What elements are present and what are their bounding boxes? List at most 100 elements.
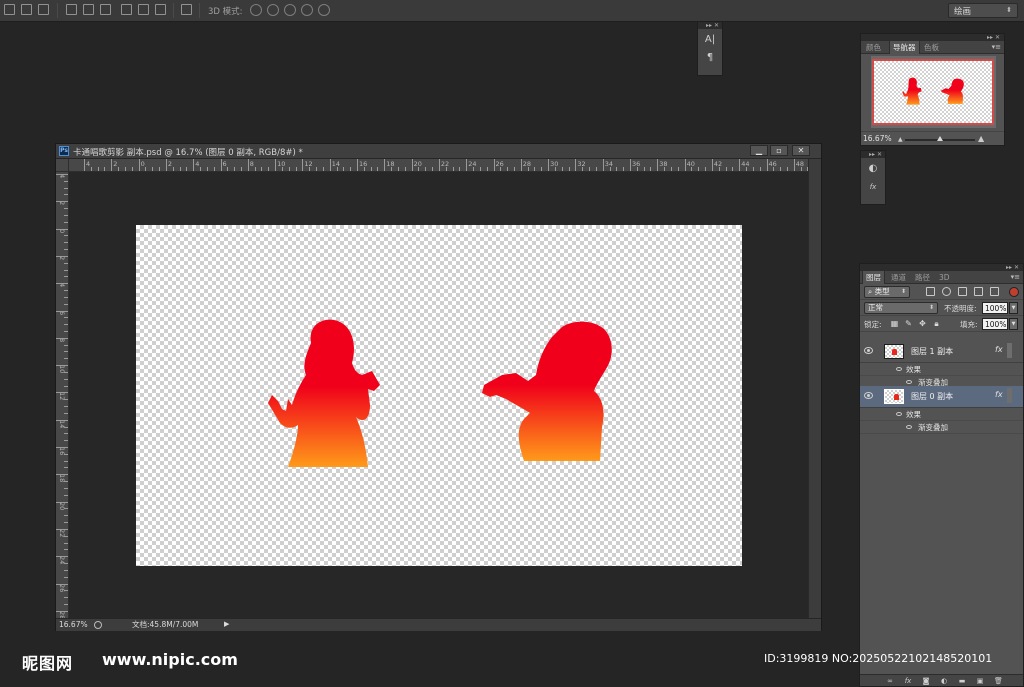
ruler-minor-tick — [746, 167, 748, 171]
layer-name[interactable]: 图层 1 副本 — [911, 346, 953, 357]
effects-eye-icon[interactable] — [896, 367, 902, 371]
zoom-out-icon[interactable]: ▲ — [898, 136, 903, 143]
tab-3d[interactable]: 3D — [936, 271, 953, 284]
character-panel-icon[interactable]: A| — [703, 33, 717, 47]
3d-slide-icon[interactable] — [301, 4, 313, 16]
panel-menu-icon[interactable]: ▾≡ — [992, 41, 1001, 54]
expand-effects-icon[interactable] — [1007, 388, 1012, 403]
navigator-view-box[interactable] — [872, 59, 994, 125]
new-group-icon[interactable]: ▬ — [958, 677, 966, 685]
filter-type-icon[interactable] — [958, 287, 967, 296]
distribute-top-icon[interactable] — [66, 4, 77, 15]
filter-kind-select[interactable]: ⌕ 类型 ⬍ — [864, 286, 910, 298]
panel-collapse-bar[interactable]: ▸▸ ✕ — [698, 22, 722, 29]
lock-image-icon[interactable]: ✎ — [904, 319, 913, 328]
close-button[interactable]: ✕ — [792, 145, 810, 156]
link-layers-icon[interactable]: ∞ — [886, 677, 894, 685]
layer-name[interactable]: 图层 0 副本 — [911, 391, 953, 402]
ruler-minor-tick — [554, 167, 556, 171]
effect-eye-icon[interactable] — [906, 380, 912, 384]
opacity-dropdown-icon[interactable]: ▼ — [1009, 302, 1018, 314]
maximize-button[interactable]: ▫ — [770, 145, 788, 156]
blend-mode-select[interactable]: 正常 ⬍ — [864, 302, 938, 314]
fx-icon[interactable]: fx — [995, 390, 1003, 399]
workspace-select[interactable]: 绘画 ⬍ — [948, 3, 1018, 18]
adjustments-panel-icon[interactable]: ◐ — [866, 162, 880, 176]
3d-roll-icon[interactable] — [267, 4, 279, 16]
ruler-minor-tick — [664, 167, 666, 171]
document-title: 卡通唱歌剪影 副本.psd @ 16.7% (图层 0 副本, RGB/8#) … — [73, 148, 303, 158]
tab-color[interactable]: 颜色 — [863, 41, 884, 54]
paragraph-panel-icon[interactable]: ¶ — [703, 51, 717, 65]
distribute-center-icon[interactable] — [83, 4, 94, 15]
status-info-icon[interactable] — [94, 621, 102, 629]
distribute-left-icon[interactable] — [121, 4, 132, 15]
effect-item-row[interactable]: 渐变叠加 — [860, 421, 1023, 434]
new-layer-icon[interactable]: ▣ — [976, 677, 984, 685]
document-title-bar[interactable]: Ps 卡通唱歌剪影 副本.psd @ 16.7% (图层 0 副本, RGB/8… — [56, 144, 821, 159]
panel-collapse-bar[interactable]: ▸▸ ✕ — [861, 151, 885, 158]
effects-row[interactable]: 效果 — [860, 408, 1023, 421]
minimize-button[interactable]: ▁ — [750, 145, 768, 156]
auto-align-icon[interactable] — [181, 4, 192, 15]
fill-field[interactable]: 100% — [982, 318, 1008, 330]
panel-collapse-bar[interactable]: ▸▸ ✕ — [861, 34, 1004, 41]
add-mask-icon[interactable]: ◙ — [922, 677, 930, 685]
layer-row-selected[interactable]: 图层 0 副本 fx — [860, 386, 1023, 408]
opacity-field[interactable]: 100% — [982, 302, 1008, 314]
panel-menu-icon[interactable]: ▾≡ — [1011, 271, 1020, 284]
3d-scale-icon[interactable] — [318, 4, 330, 16]
3d-pan-icon[interactable] — [284, 4, 296, 16]
filter-pixel-icon[interactable] — [926, 287, 935, 296]
zoom-slider[interactable] — [905, 136, 975, 141]
tab-swatches[interactable]: 色板 — [921, 41, 942, 54]
navigator-zoom-field[interactable]: 16.67% — [863, 134, 892, 143]
filter-shape-icon[interactable] — [974, 287, 983, 296]
tab-navigator[interactable]: 导航器 — [889, 41, 920, 54]
navigator-thumbnail[interactable] — [871, 56, 996, 128]
effects-eye-icon[interactable] — [896, 412, 902, 416]
lock-all-icon[interactable]: 🔒︎ — [932, 319, 941, 328]
tab-channels[interactable]: 通道 — [888, 271, 909, 284]
filter-toggle[interactable] — [1009, 287, 1019, 297]
tab-paths[interactable]: 路径 — [912, 271, 933, 284]
status-menu-arrow-icon[interactable]: ▶ — [224, 620, 229, 628]
new-adjustment-icon[interactable]: ◐ — [940, 677, 948, 685]
add-style-icon[interactable]: fx — [904, 677, 912, 685]
visibility-eye-icon[interactable] — [864, 392, 873, 399]
canvas-area[interactable] — [69, 172, 808, 618]
tab-layers[interactable]: 图层 — [862, 271, 885, 284]
vertical-ruler[interactable]: 4 2 0 2 4 6 8 10 12 14 16 18 20 22 24 26 28 — [56, 172, 69, 618]
ruler-major-tick — [329, 159, 331, 171]
align-vertical-center-icon[interactable] — [21, 4, 32, 15]
align-bottom-icon[interactable] — [38, 4, 49, 15]
vertical-scrollbar[interactable] — [808, 159, 821, 618]
panel-collapse-bar[interactable]: ▸▸ ✕ — [860, 264, 1023, 271]
3d-rotate-icon[interactable] — [250, 4, 262, 16]
filter-adjustment-icon[interactable] — [942, 287, 951, 296]
distribute-right-icon[interactable] — [155, 4, 166, 15]
effect-eye-icon[interactable] — [906, 425, 912, 429]
distribute-bottom-icon[interactable] — [100, 4, 111, 15]
ruler-origin[interactable] — [56, 159, 69, 172]
distribute-hcenter-icon[interactable] — [138, 4, 149, 15]
visibility-eye-icon[interactable] — [864, 347, 873, 354]
zoom-slider-handle[interactable] — [937, 136, 943, 141]
styles-panel-icon[interactable]: fx — [866, 180, 880, 194]
expand-effects-icon[interactable] — [1007, 343, 1012, 358]
fx-icon[interactable]: fx — [995, 345, 1003, 354]
thumb-figure — [894, 394, 899, 400]
layer-row[interactable]: 图层 1 副本 fx — [860, 341, 1023, 363]
delete-layer-icon[interactable]: 🗑︎ — [994, 677, 1003, 685]
filter-smart-object-icon[interactable] — [990, 287, 999, 296]
lock-position-icon[interactable]: ✥ — [918, 319, 927, 328]
ruler-minor-tick — [64, 426, 68, 428]
horizontal-ruler[interactable]: 4 2 0 2 4 6 8 10 12 14 16 18 20 22 24 26 28 30 32 34 36 38 40 4… — [69, 159, 808, 172]
effects-row[interactable]: 效果 — [860, 363, 1023, 376]
fill-dropdown-icon[interactable]: ▼ — [1009, 318, 1018, 330]
lock-transparent-icon[interactable]: ▦ — [890, 319, 899, 328]
zoom-field[interactable]: 16.67% — [59, 620, 92, 630]
image-canvas[interactable] — [136, 225, 742, 566]
zoom-in-icon[interactable]: ▲ — [978, 134, 984, 143]
align-top-icon[interactable] — [4, 4, 15, 15]
